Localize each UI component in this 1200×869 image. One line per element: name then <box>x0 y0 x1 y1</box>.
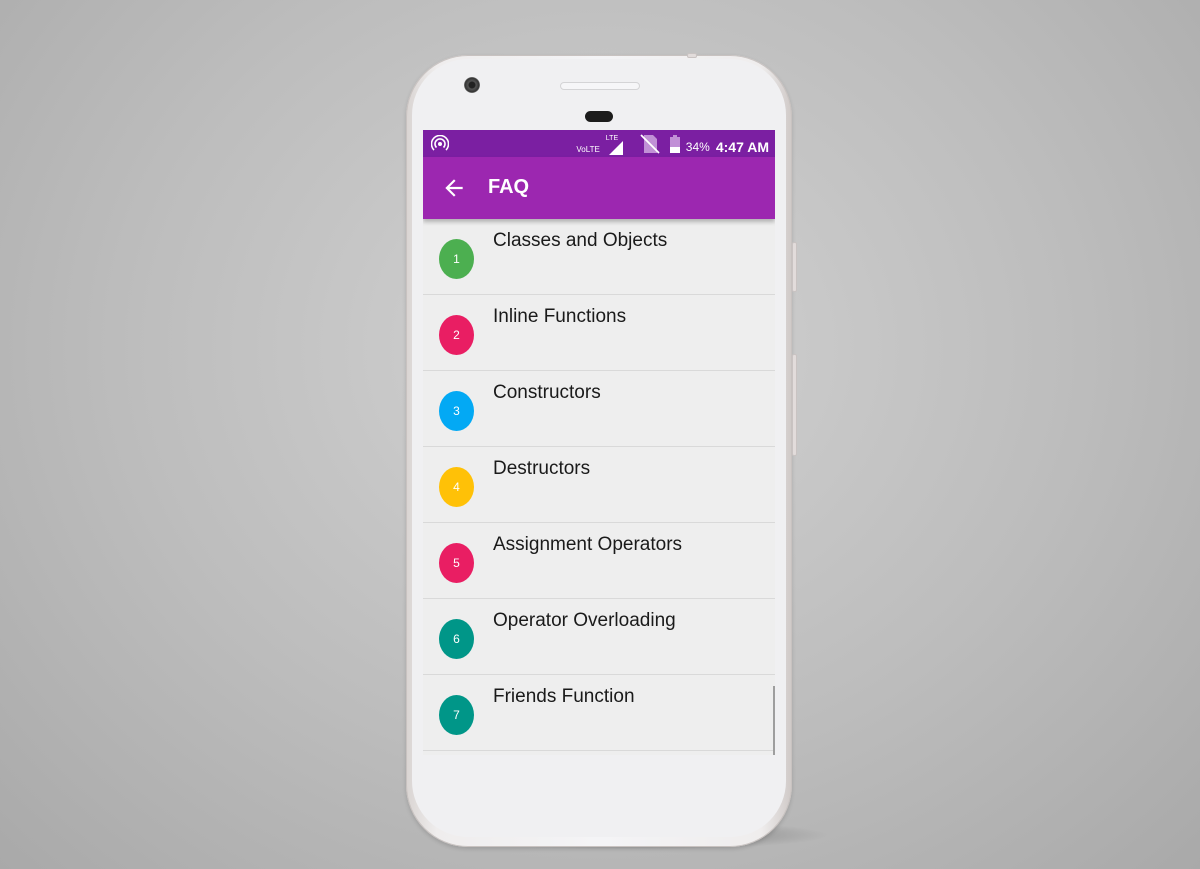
volte-label: VoLTE <box>576 145 600 154</box>
no-sim-icon <box>640 134 660 159</box>
front-camera <box>464 77 480 93</box>
signal-icon: LTE <box>605 134 624 156</box>
page-title: FAQ <box>488 176 530 198</box>
list-item[interactable]: 2 Inline Functions <box>423 295 775 371</box>
power-button <box>792 242 797 292</box>
list-item[interactable]: 4 Destructors <box>423 447 775 523</box>
app-bar: FAQ <box>423 157 775 219</box>
item-label: Friends Function <box>493 686 635 707</box>
list-item[interactable]: 3 Constructors <box>423 371 775 447</box>
proximity-sensor <box>585 111 613 122</box>
item-label: Operator Overloading <box>493 610 676 631</box>
item-number-badge: 1 <box>439 239 474 279</box>
top-edge-button <box>687 53 697 58</box>
item-label: Assignment Operators <box>493 534 683 555</box>
list-item[interactable]: 7 Friends Function <box>423 675 775 751</box>
back-button[interactable] <box>441 175 467 201</box>
screen: VoLTE LTE 34% 4:47 AM FAQ 1 Classes and … <box>423 130 775 755</box>
volume-button <box>792 354 797 456</box>
item-number-badge: 3 <box>439 391 474 431</box>
scrollbar[interactable] <box>773 686 775 755</box>
faq-list: 1 Classes and Objects 2 Inline Functions… <box>423 219 775 755</box>
list-item[interactable]: 1 Classes and Objects <box>423 219 775 295</box>
earpiece-speaker <box>560 82 640 90</box>
item-number-badge: 6 <box>439 619 474 659</box>
battery-percent: 34% <box>685 139 710 154</box>
item-label: Constructors <box>493 382 601 403</box>
item-number-badge: 5 <box>439 543 474 583</box>
item-number-badge: 4 <box>439 467 474 507</box>
status-time: 4:47 AM <box>715 138 769 155</box>
list-item[interactable]: 5 Assignment Operators <box>423 523 775 599</box>
item-label: Inline Functions <box>493 306 627 327</box>
hotspot-icon <box>430 134 450 158</box>
item-label: Destructors <box>493 458 591 479</box>
item-number-badge: 7 <box>439 695 474 735</box>
battery-icon <box>669 135 680 158</box>
lte-label: LTE <box>605 134 619 142</box>
item-label: Classes and Objects <box>493 230 668 251</box>
item-number-badge: 2 <box>439 315 474 355</box>
status-bar: VoLTE LTE 34% 4:47 AM <box>423 130 775 157</box>
arrow-back-icon <box>445 179 463 197</box>
list-item[interactable]: 6 Operator Overloading <box>423 599 775 675</box>
